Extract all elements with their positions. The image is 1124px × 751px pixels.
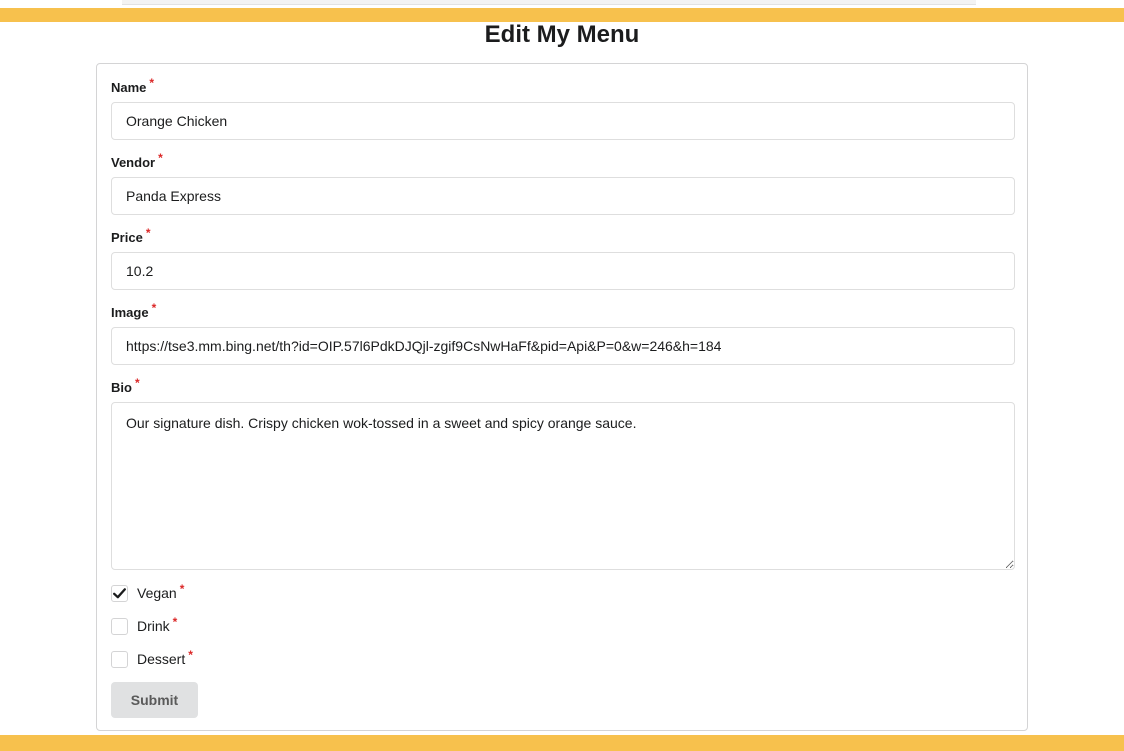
required-marker: * [179,581,185,596]
vendor-input[interactable] [111,177,1015,215]
required-marker: * [149,76,155,90]
name-field: Name * [111,76,1015,140]
price-field: Price * [111,226,1015,290]
required-marker: * [158,151,163,165]
vegan-label-text: Vegan [137,584,177,601]
bio-label: Bio * [111,376,1015,396]
submit-button[interactable]: Submit [111,682,198,718]
image-field: Image * [111,301,1015,365]
dessert-checkbox-row[interactable]: Dessert * [111,647,193,669]
vendor-label: Vendor * [111,151,1015,171]
vegan-checkbox[interactable] [111,584,128,602]
required-marker: * [151,301,157,315]
price-label-text: Price [111,230,143,245]
required-marker: * [134,376,140,390]
dessert-label-text: Dessert [137,650,186,667]
vendor-label-text: Vendor [111,155,156,170]
image-label: Image * [111,301,1015,321]
drink-checkbox-row[interactable]: Drink * [111,614,178,636]
bottom-accent-bar [0,735,1124,751]
vendor-field: Vendor * [111,151,1015,215]
edit-menu-form: Name* Vendor* Price* Image* Bio* Our sig… [96,63,1028,731]
required-marker: * [172,614,178,629]
checkmark-icon [113,587,126,598]
dessert-checkbox[interactable] [111,650,128,668]
top-strip-inner [122,0,976,5]
bio-field: Bio * Our signature dish. Crispy chicken … [111,376,1015,570]
dessert-label: Dessert * [137,647,193,669]
image-url-input[interactable] [111,327,1015,365]
drink-label: Drink * [137,614,178,636]
bio-textarea[interactable]: Our signature dish. Crispy chicken wok-t… [111,402,1015,570]
bio-label-text: Bio [111,380,132,395]
required-marker: * [145,226,151,240]
browser-top-strip [0,0,1124,8]
page-title: Edit My Menu [484,21,640,48]
vegan-checkbox-row[interactable]: Vegan * [111,581,185,603]
name-label: Name * [111,76,1015,96]
name-label-text: Name [111,80,147,95]
drink-checkbox[interactable] [111,617,128,635]
required-marker: * [188,647,193,662]
name-input[interactable] [111,102,1015,140]
price-label: Price * [111,226,1015,246]
image-label-text: Image [111,305,149,320]
vegan-label: Vegan * [137,581,185,603]
drink-label-text: Drink [137,617,170,634]
price-input[interactable] [111,252,1015,290]
